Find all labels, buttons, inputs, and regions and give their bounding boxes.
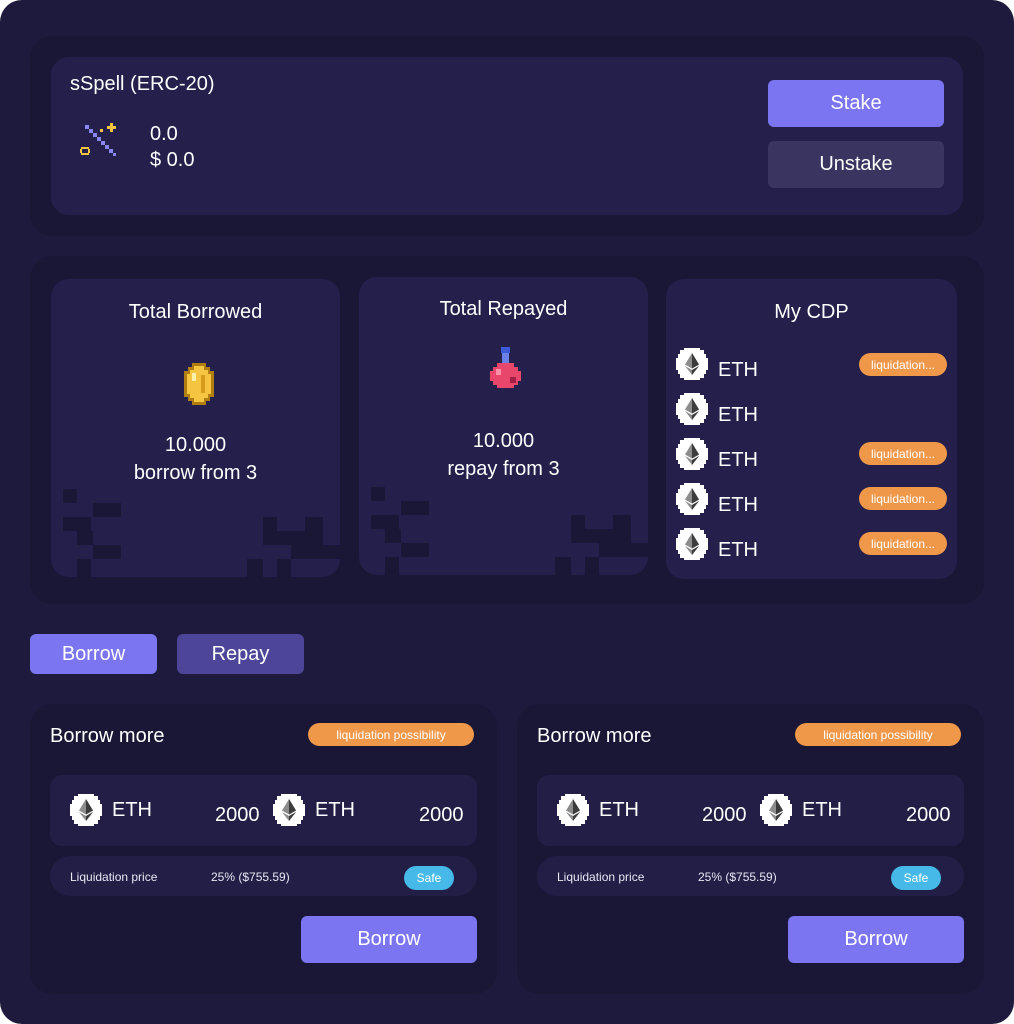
stake-card: sSpell (ERC-20) 0.0 $ 0.0 Stake Unstake	[51, 57, 963, 215]
eth-icon	[557, 794, 589, 826]
stake-amount: 0.0	[150, 123, 178, 145]
stake-usd-value: $ 0.0	[150, 149, 195, 171]
token-label: ETH	[112, 799, 152, 821]
collateral-field[interactable]: ETH 2000 ETH 2000	[50, 775, 477, 846]
total-repaid-title: Total Repayed	[439, 298, 568, 320]
liquidation-price-row: Liquidation price 25% ($755.59) Safe	[50, 856, 477, 896]
total-borrowed-value: 10.000	[164, 434, 227, 456]
liquidation-price-label: Liquidation price	[70, 870, 158, 884]
eth-icon	[760, 794, 792, 826]
stats-panel: Total Borrowed 10.000 borrow from 3 Tota…	[30, 256, 984, 604]
eth-icon	[676, 528, 708, 560]
unstake-button[interactable]: Unstake	[768, 141, 944, 188]
borrow-button[interactable]: Borrow	[788, 916, 964, 963]
tab-borrow[interactable]: Borrow	[30, 634, 157, 674]
token-title: sSpell (ERC-20)	[70, 73, 215, 95]
potion-icon	[490, 347, 521, 388]
liquidation-price-label: Liquidation price	[557, 870, 645, 884]
borrow-form-right: Borrow more liquidation possibility ETH …	[517, 704, 984, 994]
liquidation-badge: liquidation...	[859, 442, 947, 465]
total-repaid-value: 10.000	[472, 430, 535, 452]
cdp-token-label: ETH	[718, 494, 758, 516]
liquidation-price-row: Liquidation price 25% ($755.59) Safe	[537, 856, 964, 896]
stake-panel: sSpell (ERC-20) 0.0 $ 0.0 Stake Unstake	[30, 36, 984, 236]
app-frame: sSpell (ERC-20) 0.0 $ 0.0 Stake Unstake	[0, 0, 1014, 1024]
liquidation-badge: liquidation...	[859, 353, 947, 376]
amount-value: 2000	[215, 804, 260, 826]
amount-value: 2000	[702, 804, 747, 826]
magic-wand-icon	[80, 123, 116, 156]
safe-status-badge: Safe	[891, 866, 941, 890]
token-label: ETH	[802, 799, 842, 821]
eth-icon	[676, 393, 708, 425]
amount-value: 2000	[906, 804, 951, 826]
cdp-token-label: ETH	[718, 359, 758, 381]
liquidation-possibility-badge: liquidation possibility	[308, 723, 474, 746]
cdp-token-label: ETH	[718, 404, 758, 426]
eth-icon	[676, 438, 708, 470]
token-label: ETH	[599, 799, 639, 821]
my-cdp-title: My CDP	[774, 301, 849, 323]
tab-repay[interactable]: Repay	[177, 634, 304, 674]
total-borrowed-sub: borrow from 3	[133, 462, 258, 484]
total-repaid-sub: repay from 3	[447, 458, 560, 480]
eth-icon	[676, 483, 708, 515]
liquidation-price-value: 25% ($755.59)	[211, 870, 290, 884]
liquidation-badge: liquidation...	[859, 532, 947, 555]
stake-button[interactable]: Stake	[768, 80, 944, 127]
gold-coin-icon	[184, 363, 214, 405]
form-title: Borrow more	[50, 725, 165, 747]
cdp-token-label: ETH	[718, 449, 758, 471]
borrow-button[interactable]: Borrow	[301, 916, 477, 963]
token-label: ETH	[315, 799, 355, 821]
liquidation-possibility-badge: liquidation possibility	[795, 723, 961, 746]
eth-icon	[273, 794, 305, 826]
amount-value: 2000	[419, 804, 464, 826]
my-cdp-card: My CDP ETH liquidation... ETH ETH liquid…	[666, 279, 957, 579]
liquidation-badge: liquidation...	[859, 487, 947, 510]
safe-status-badge: Safe	[404, 866, 454, 890]
total-borrowed-title: Total Borrowed	[128, 301, 263, 323]
total-repaid-card: Total Repayed 10.000 repay from 3	[359, 277, 648, 575]
form-title: Borrow more	[537, 725, 652, 747]
total-borrowed-card: Total Borrowed 10.000 borrow from 3	[51, 279, 340, 577]
borrow-form-left: Borrow more liquidation possibility ETH …	[30, 704, 497, 994]
collateral-field[interactable]: ETH 2000 ETH 2000	[537, 775, 964, 846]
eth-icon	[676, 348, 708, 380]
eth-icon	[70, 794, 102, 826]
cdp-token-label: ETH	[718, 539, 758, 561]
liquidation-price-value: 25% ($755.59)	[698, 870, 777, 884]
